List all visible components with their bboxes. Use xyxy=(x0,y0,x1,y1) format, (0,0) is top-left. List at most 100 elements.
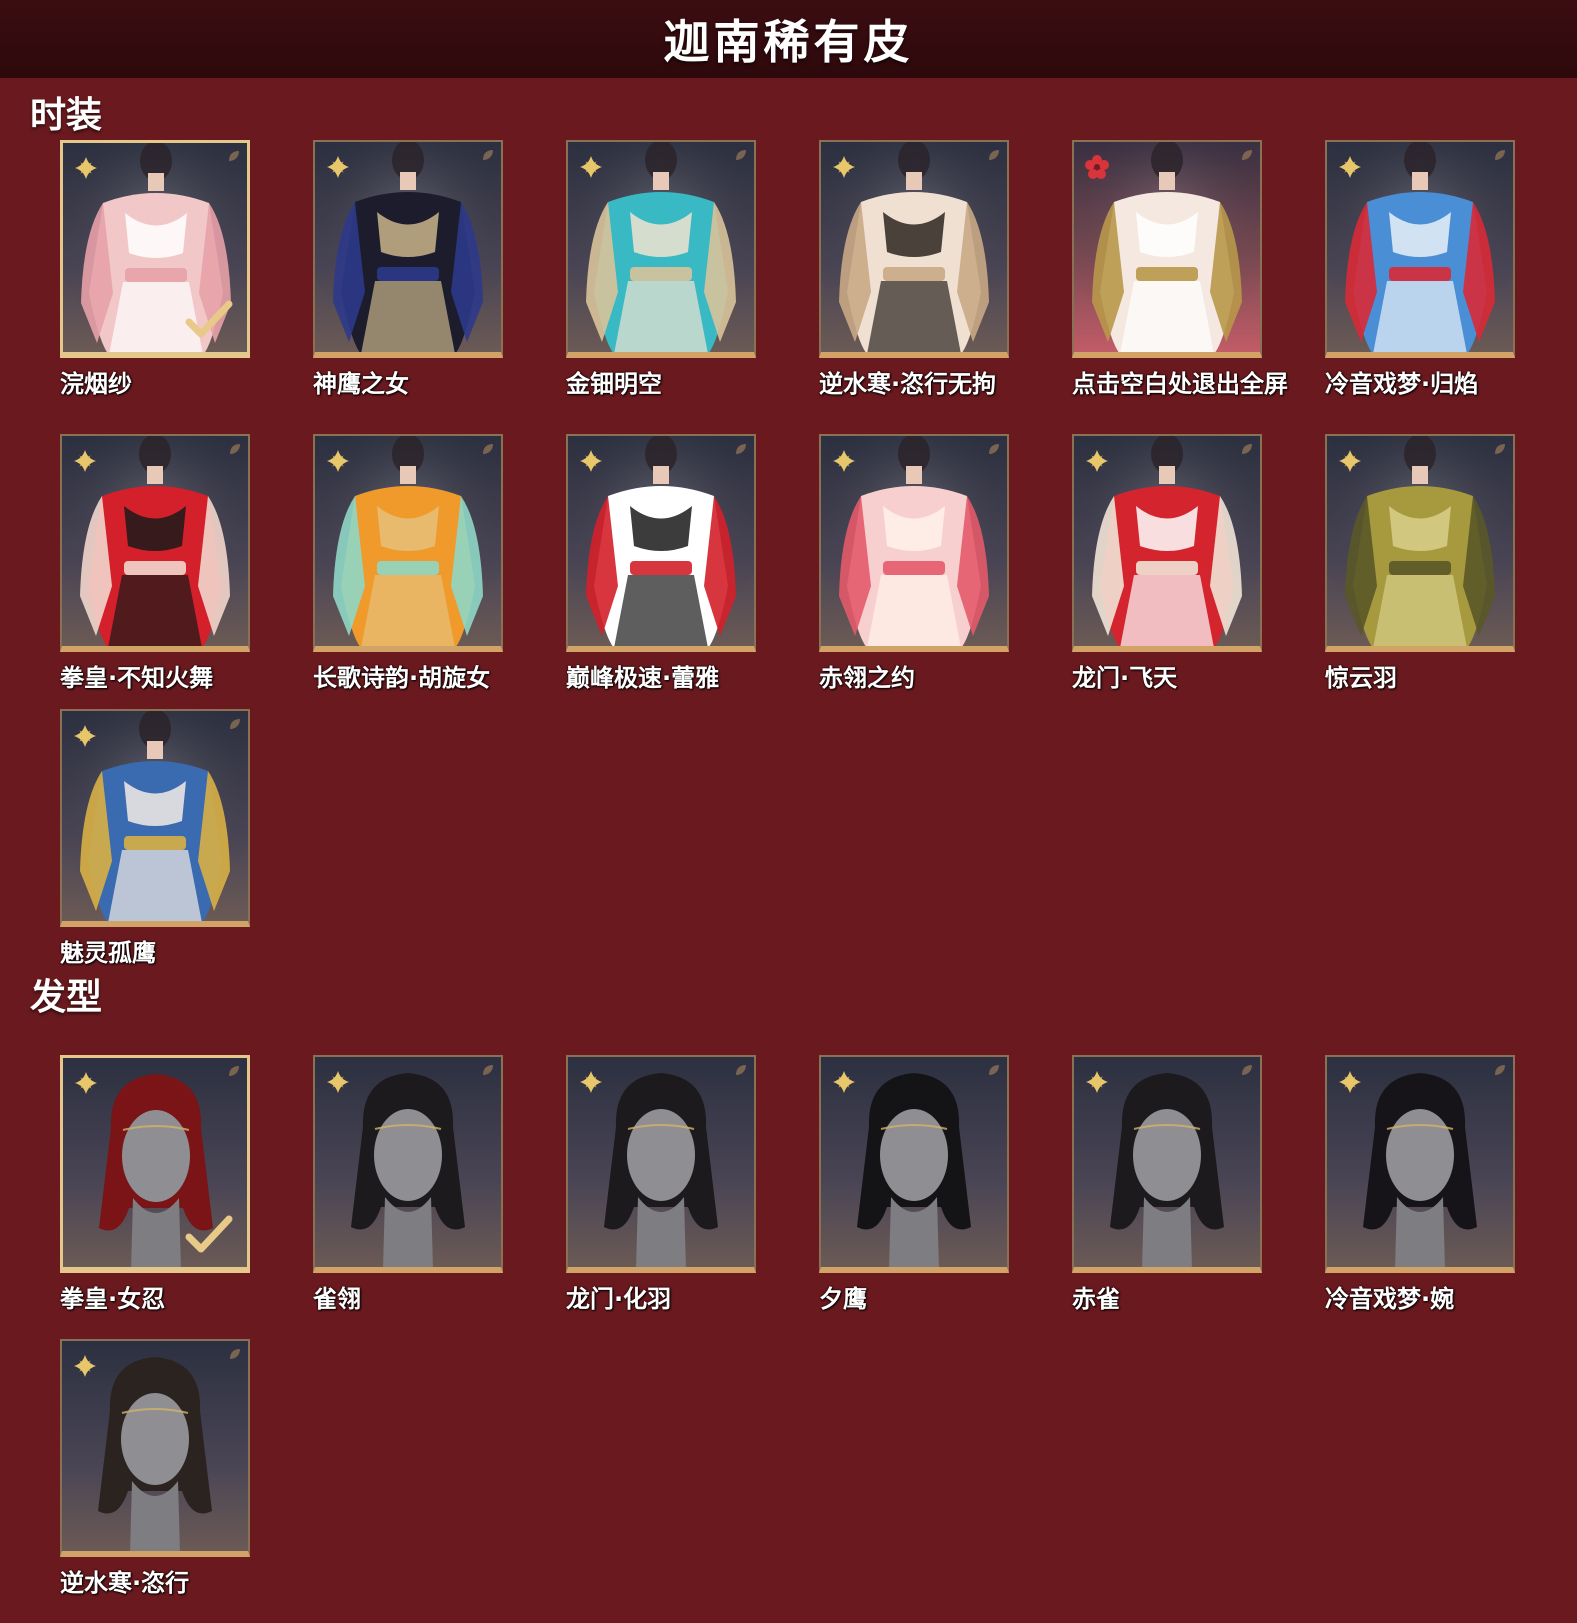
corner-leaf-icon xyxy=(989,1065,999,1075)
corner-leaf-icon xyxy=(229,151,239,161)
item-thumbnail[interactable] xyxy=(819,434,1009,652)
item-thumbnail[interactable] xyxy=(566,434,756,652)
rarity-star-icon xyxy=(1339,450,1361,472)
outfit-card[interactable]: 巅峰极速·蕾雅 xyxy=(566,434,756,693)
outfit-card[interactable]: 冷音戏梦·归焰 xyxy=(1325,140,1515,399)
corner-leaf-icon xyxy=(483,150,493,160)
item-label: 雀翎 xyxy=(313,1285,361,1313)
rarity-star-icon xyxy=(833,156,855,178)
rarity-star-icon xyxy=(327,156,349,178)
corner-leaf-icon xyxy=(989,444,999,454)
item-label: 点击空白处退出全屏 xyxy=(1072,370,1288,398)
item-label: 惊云羽 xyxy=(1325,664,1397,692)
hairstyle-card[interactable]: 逆水寒·恣行 xyxy=(60,1339,250,1598)
item-thumbnail[interactable] xyxy=(60,140,250,358)
corner-leaf-icon xyxy=(1495,444,1505,454)
item-label: 冷音戏梦·归焰 xyxy=(1325,370,1479,398)
item-thumbnail[interactable] xyxy=(566,140,756,358)
item-thumbnail[interactable] xyxy=(313,1055,503,1273)
hairstyle-card[interactable]: 龙门·化羽 xyxy=(566,1055,756,1314)
item-thumbnail[interactable] xyxy=(60,709,250,927)
item-label: 魅灵孤鹰 xyxy=(60,939,156,967)
outfit-card[interactable]: 点击空白处退出全屏 xyxy=(1072,140,1288,399)
outfit-card[interactable]: 拳皇·不知火舞 xyxy=(60,434,250,693)
item-thumbnail[interactable] xyxy=(819,1055,1009,1273)
item-thumbnail[interactable] xyxy=(566,1055,756,1273)
outfit-card[interactable]: 金钿明空 xyxy=(566,140,756,399)
hairstyle-card[interactable]: 夕鹰 xyxy=(819,1055,1009,1314)
item-thumbnail[interactable] xyxy=(1072,1055,1262,1273)
rarity-star-icon xyxy=(580,156,602,178)
item-label: 拳皇·女忍 xyxy=(60,1285,166,1313)
item-thumbnail[interactable] xyxy=(1072,140,1262,358)
item-thumbnail[interactable] xyxy=(1325,1055,1515,1273)
corner-leaf-icon xyxy=(736,444,746,454)
rarity-star-icon xyxy=(327,1071,349,1093)
item-thumbnail[interactable] xyxy=(60,434,250,652)
outfit-card[interactable]: 魅灵孤鹰 xyxy=(60,709,250,968)
corner-leaf-icon xyxy=(1242,444,1252,454)
corner-leaf-icon xyxy=(736,150,746,160)
rarity-flower-icon xyxy=(1085,155,1109,179)
rarity-star-icon xyxy=(580,450,602,472)
hairstyle-card[interactable]: 冷音戏梦·婉 xyxy=(1325,1055,1515,1314)
corner-leaf-icon xyxy=(1495,1065,1505,1075)
rarity-star-icon xyxy=(75,157,97,179)
corner-leaf-icon xyxy=(1242,1065,1252,1075)
rarity-star-icon xyxy=(74,450,96,472)
corner-leaf-icon xyxy=(230,1349,240,1359)
item-label: 拳皇·不知火舞 xyxy=(60,664,214,692)
item-label: 赤雀 xyxy=(1072,1285,1120,1313)
corner-leaf-icon xyxy=(1495,150,1505,160)
hairstyle-card[interactable]: 拳皇·女忍 xyxy=(60,1055,250,1314)
outfit-card[interactable]: 神鹰之女 xyxy=(313,140,503,399)
outfit-card[interactable]: 龙门·飞天 xyxy=(1072,434,1262,693)
item-thumbnail[interactable] xyxy=(1325,434,1515,652)
item-label: 夕鹰 xyxy=(819,1285,867,1313)
item-label: 巅峰极速·蕾雅 xyxy=(566,664,720,692)
corner-leaf-icon xyxy=(989,150,999,160)
hairstyle-card[interactable]: 赤雀 xyxy=(1072,1055,1262,1314)
page-title: 迦南稀有皮 xyxy=(663,15,914,69)
item-label: 逆水寒·恣行 xyxy=(60,1569,190,1597)
outfit-card[interactable]: 长歌诗韵·胡旋女 xyxy=(313,434,503,693)
item-thumbnail[interactable] xyxy=(1072,434,1262,652)
rarity-star-icon xyxy=(74,1355,96,1377)
item-thumbnail[interactable] xyxy=(313,434,503,652)
outfit-card[interactable]: 浣烟纱 xyxy=(60,140,250,399)
outfit-card[interactable]: 惊云羽 xyxy=(1325,434,1515,693)
outfit-card[interactable]: 赤翎之约 xyxy=(819,434,1009,693)
section-title-outfits: 时装 xyxy=(30,95,103,136)
rarity-star-icon xyxy=(74,725,96,747)
item-label: 龙门·化羽 xyxy=(566,1285,672,1313)
item-label: 神鹰之女 xyxy=(313,370,409,398)
outfit-card[interactable]: 逆水寒·恣行无拘 xyxy=(819,140,1009,399)
corner-leaf-icon xyxy=(483,1065,493,1075)
corner-leaf-icon xyxy=(230,719,240,729)
item-thumbnail[interactable] xyxy=(60,1339,250,1557)
corner-leaf-icon xyxy=(736,1065,746,1075)
rarity-star-icon xyxy=(327,450,349,472)
rarity-star-icon xyxy=(1086,1071,1108,1093)
corner-leaf-icon xyxy=(229,1066,239,1076)
item-thumbnail[interactable] xyxy=(60,1055,250,1273)
rarity-star-icon xyxy=(75,1072,97,1094)
item-label: 长歌诗韵·胡旋女 xyxy=(313,664,491,692)
item-thumbnail[interactable] xyxy=(313,140,503,358)
item-label: 逆水寒·恣行无拘 xyxy=(819,370,997,398)
rarity-star-icon xyxy=(1086,450,1108,472)
item-label: 浣烟纱 xyxy=(60,370,132,398)
corner-leaf-icon xyxy=(230,444,240,454)
item-label: 金钿明空 xyxy=(566,370,662,398)
rarity-star-icon xyxy=(580,1071,602,1093)
rarity-star-icon xyxy=(1339,1071,1361,1093)
corner-leaf-icon xyxy=(483,444,493,454)
item-thumbnail[interactable] xyxy=(819,140,1009,358)
rarity-star-icon xyxy=(833,1071,855,1093)
rarity-star-icon xyxy=(1339,156,1361,178)
item-label: 冷音戏梦·婉 xyxy=(1325,1285,1455,1313)
hairstyle-card[interactable]: 雀翎 xyxy=(313,1055,503,1314)
item-thumbnail[interactable] xyxy=(1325,140,1515,358)
item-label: 赤翎之约 xyxy=(819,664,915,692)
item-label: 龙门·飞天 xyxy=(1072,664,1178,692)
